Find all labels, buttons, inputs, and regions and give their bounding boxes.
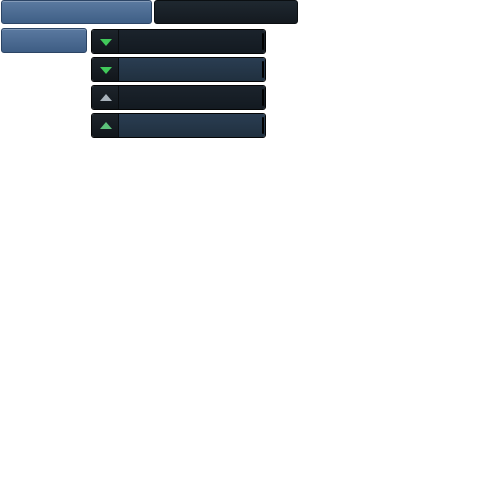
row-4-icon-box xyxy=(92,114,119,137)
ui-panel xyxy=(0,0,500,500)
tab-secondary[interactable] xyxy=(154,0,298,24)
row-1-bar xyxy=(119,30,265,53)
tab-primary[interactable] xyxy=(1,0,152,24)
list-row-1[interactable] xyxy=(91,29,266,54)
row-2-end-cap xyxy=(262,61,264,78)
row-3-icon-box xyxy=(92,86,119,109)
row-2-icon-box xyxy=(92,58,119,81)
arrow-up-icon xyxy=(100,122,112,129)
row-1-icon-box xyxy=(92,30,119,53)
list-row-3[interactable] xyxy=(91,85,266,110)
list-row-2[interactable] xyxy=(91,57,266,82)
row-4-end-cap xyxy=(262,117,264,134)
row-3-end-cap xyxy=(262,89,264,106)
row-2-bar xyxy=(119,58,265,81)
side-button[interactable] xyxy=(1,28,87,53)
row-4-bar xyxy=(119,114,265,137)
row-1-end-cap xyxy=(262,33,264,50)
arrow-down-icon xyxy=(100,39,112,46)
arrow-down-icon xyxy=(100,67,112,74)
row-3-bar xyxy=(119,86,265,109)
arrow-up-icon xyxy=(100,94,112,101)
list-row-4[interactable] xyxy=(91,113,266,138)
